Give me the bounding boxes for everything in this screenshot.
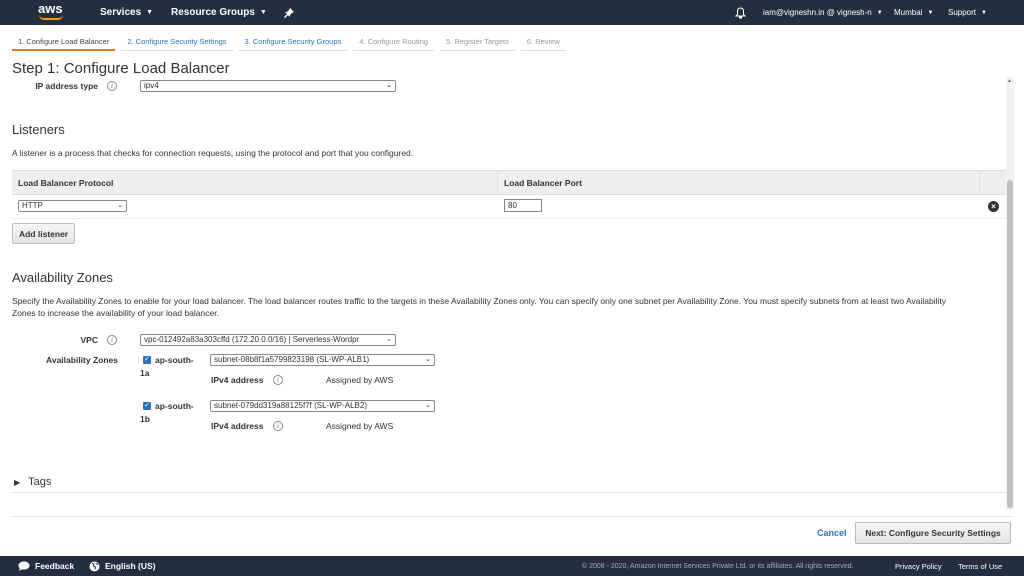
divider: [12, 492, 1006, 493]
speech-bubble-icon: [18, 561, 30, 571]
ipv4-assigned-value: Assigned by AWS: [326, 375, 394, 385]
chevron-down-icon: ▼: [259, 9, 267, 16]
subnet-value-1b: subnet-079dd319a88125f7f (SL-WP-ALB2): [214, 401, 367, 410]
remove-listener-icon[interactable]: ×: [988, 201, 999, 212]
subnet-select-1a[interactable]: subnet-08b8f1a5799823198 (SL-WP-ALB1) ⌄: [210, 354, 435, 366]
step-review: 6. Review: [520, 33, 566, 51]
aws-smile-icon: [39, 15, 63, 20]
wizard-steps: 1. Configure Load Balancer 2. Configure …: [12, 33, 572, 51]
main-content: Step 1: Configure Load Balancer IP addre…: [0, 58, 1006, 518]
table-row: HTTP ⌄ 80 ×: [12, 195, 1006, 219]
availability-zones-description: Specify the Availability Zones to enable…: [12, 295, 1002, 319]
listeners-table-header: Load Balancer Protocol Load Balancer Por…: [12, 170, 1006, 195]
col-protocol-header: Load Balancer Protocol: [18, 178, 114, 188]
bell-icon[interactable]: [735, 0, 746, 25]
step-configure-security-settings[interactable]: 2. Configure Security Settings: [121, 33, 233, 51]
scroll-up-icon[interactable]: ▲: [1007, 78, 1012, 84]
step-register-targets: 5. Register Targets: [440, 33, 515, 51]
feedback-link[interactable]: Feedback: [18, 556, 74, 576]
az-name-line1: ap-south-: [155, 401, 194, 411]
chevron-down-icon: ⌄: [386, 336, 392, 343]
chevron-down-icon: ▼: [146, 9, 154, 16]
ip-address-type-value: ipv4: [144, 81, 159, 90]
pin-icon[interactable]: [284, 0, 294, 25]
cancel-link[interactable]: Cancel: [817, 528, 847, 538]
column-divider: [979, 171, 980, 195]
step-configure-routing: 4. Configure Routing: [353, 33, 435, 51]
ip-address-type-select[interactable]: ipv4 ⌄: [140, 80, 396, 92]
listeners-description: A listener is a process that checks for …: [12, 148, 414, 158]
language-label: English (US): [105, 561, 156, 571]
support-label: Support: [948, 8, 977, 17]
az-name-line2: 1a: [140, 368, 150, 378]
az-name-line1: ap-south-: [155, 355, 194, 365]
col-port-header: Load Balancer Port: [504, 178, 582, 188]
privacy-policy-link[interactable]: Privacy Policy: [895, 556, 942, 576]
account-label: iam@vigneshn.in @ vignesh-n: [763, 8, 872, 17]
vpc-label: VPC: [80, 335, 98, 345]
page-title: Step 1: Configure Load Balancer: [12, 60, 230, 77]
column-divider: [497, 171, 498, 195]
caret-right-icon: ▶: [14, 477, 21, 487]
availability-zones-label: Availability Zones: [46, 355, 118, 365]
listeners-heading: Listeners: [12, 122, 65, 137]
divider: [12, 516, 1012, 517]
port-input[interactable]: 80: [504, 199, 542, 212]
services-menu[interactable]: Services ▼: [100, 0, 153, 25]
region-label: Mumbai: [894, 8, 923, 17]
ipv4-address-label: IPv4 address: [211, 421, 264, 431]
protocol-value: HTTP: [22, 201, 43, 210]
chevron-down-icon: ▼: [876, 9, 883, 16]
chevron-down-icon: ⌄: [425, 356, 431, 363]
az-name-1a: ap-south- 1a: [140, 354, 204, 380]
add-listener-button[interactable]: Add listener: [12, 223, 76, 244]
aws-logo-text: aws: [38, 1, 63, 16]
copyright-text: © 2008 - 2020, Amazon Internet Services …: [582, 562, 854, 570]
protocol-select[interactable]: HTTP ⌄: [18, 200, 127, 212]
aws-logo[interactable]: aws: [38, 2, 66, 23]
terms-of-use-link[interactable]: Terms of Use: [958, 556, 1002, 576]
subnet-select-1b[interactable]: subnet-079dd319a88125f7f (SL-WP-ALB2) ⌄: [210, 400, 435, 412]
feedback-label: Feedback: [35, 561, 75, 571]
info-icon[interactable]: i: [107, 335, 117, 345]
vpc-value: vpc-012492a83a303cffd (172.20.0.0/16) | …: [144, 335, 360, 344]
scrollbar-thumb[interactable]: [1007, 180, 1013, 508]
subnet-value-1a: subnet-08b8f1a5799823198 (SL-WP-ALB1): [214, 355, 370, 364]
info-icon[interactable]: i: [107, 81, 117, 91]
az-name-line2: 1b: [140, 414, 150, 424]
support-menu[interactable]: Support ▼: [948, 0, 987, 25]
region-menu[interactable]: Mumbai ▼: [894, 0, 933, 25]
info-icon[interactable]: i: [273, 375, 283, 385]
step-configure-security-groups[interactable]: 3. Configure Security Groups: [238, 33, 348, 51]
vpc-select[interactable]: vpc-012492a83a303cffd (172.20.0.0/16) | …: [140, 334, 396, 346]
globe-icon: [89, 561, 100, 571]
next-button[interactable]: Next: Configure Security Settings: [855, 522, 1011, 544]
language-selector[interactable]: English (US): [89, 556, 156, 576]
resource-groups-menu[interactable]: Resource Groups ▼: [171, 0, 267, 25]
top-nav: aws Services ▼ Resource Groups ▼ iam@vig…: [0, 0, 1024, 25]
tags-label: Tags: [28, 476, 52, 488]
chevron-down-icon: ▼: [927, 9, 934, 16]
availability-zones-heading: Availability Zones: [12, 270, 113, 285]
services-label: Services: [100, 7, 142, 18]
chevron-down-icon: ▼: [981, 9, 987, 16]
listeners-table: Load Balancer Protocol Load Balancer Por…: [12, 170, 1006, 219]
ip-address-type-label: IP address type: [35, 81, 98, 91]
chevron-down-icon: ⌄: [425, 402, 431, 409]
resource-groups-label: Resource Groups: [171, 7, 255, 18]
info-icon[interactable]: i: [273, 421, 283, 431]
ipv4-assigned-value: Assigned by AWS: [326, 421, 394, 431]
footer: Feedback English (US) © 2008 - 2020, Ama…: [0, 556, 1024, 576]
az-description-line2: Zones to increase the availability of yo…: [12, 308, 219, 318]
ipv4-address-label: IPv4 address: [211, 375, 264, 385]
step-configure-load-balancer[interactable]: 1. Configure Load Balancer: [12, 33, 116, 51]
az-description-line1: Specify the Availability Zones to enable…: [12, 296, 946, 306]
tags-section-toggle[interactable]: ▶ Tags: [14, 476, 51, 488]
az-name-1b: ap-south- 1b: [140, 400, 204, 426]
chevron-down-icon: ⌄: [386, 82, 392, 89]
chevron-down-icon: ⌄: [117, 202, 123, 209]
account-menu[interactable]: iam@vigneshn.in @ vignesh-n ▼: [763, 0, 883, 25]
